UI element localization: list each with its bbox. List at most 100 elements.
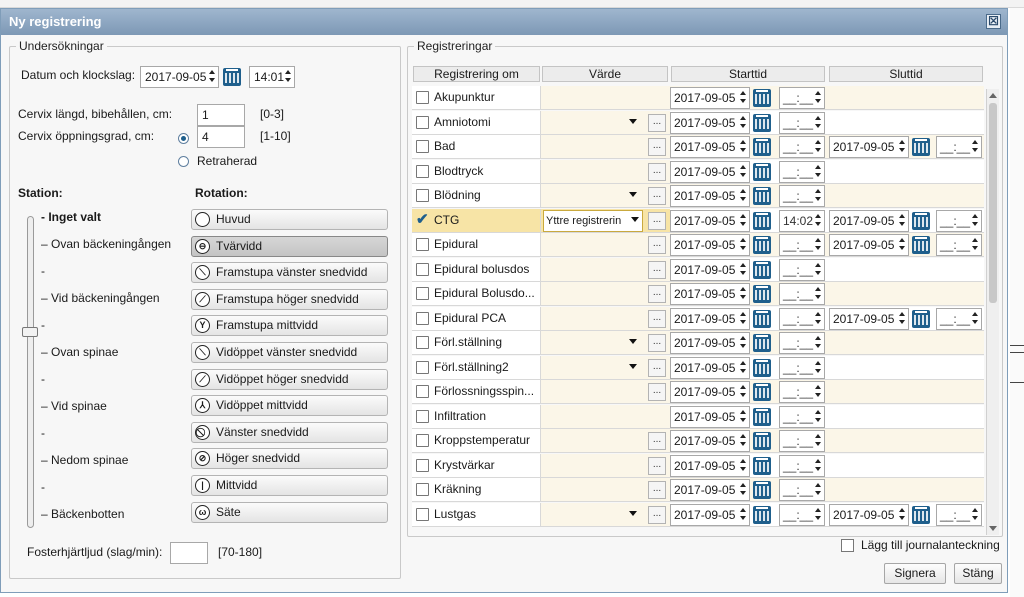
spinner-icon[interactable] bbox=[740, 115, 747, 130]
name-cell[interactable]: Akupunktur bbox=[412, 86, 541, 110]
row-checkbox[interactable] bbox=[416, 385, 429, 398]
ellipsis-button[interactable]: ... bbox=[648, 505, 666, 524]
column-header-name[interactable]: Registrering om bbox=[413, 66, 540, 82]
scroll-down-icon[interactable] bbox=[989, 526, 997, 531]
spinner-icon[interactable] bbox=[740, 507, 747, 522]
value-cell[interactable]: Yttre registrerin... bbox=[541, 208, 670, 233]
spinner-icon[interactable] bbox=[740, 311, 747, 326]
spinner-icon[interactable] bbox=[815, 434, 822, 448]
station-option[interactable]: - Inget valt bbox=[41, 210, 101, 224]
calendar-icon[interactable] bbox=[753, 481, 771, 499]
spinner-icon[interactable] bbox=[815, 164, 822, 179]
rotation-button[interactable]: ω Säte bbox=[191, 501, 388, 523]
calendar-icon[interactable] bbox=[912, 211, 930, 230]
value-cell[interactable]: ... bbox=[541, 306, 670, 331]
end-time-input[interactable]: __:__ bbox=[936, 136, 982, 158]
rotation-button[interactable]: ⟍ Framstupa vänster snedvidd bbox=[191, 262, 388, 284]
spinner-icon[interactable] bbox=[740, 287, 747, 301]
value-cell[interactable]: ... bbox=[541, 453, 670, 478]
calendar-icon[interactable] bbox=[753, 89, 771, 107]
spinner-icon[interactable] bbox=[899, 140, 906, 154]
spinner-icon[interactable] bbox=[740, 434, 747, 448]
row-checkbox[interactable] bbox=[416, 238, 429, 251]
station-option[interactable]: – Vid spinae bbox=[41, 399, 107, 413]
start-date-input[interactable]: 2017-09-05 bbox=[670, 111, 750, 134]
spinner-icon[interactable] bbox=[972, 238, 979, 252]
end-date-input[interactable]: 2017-09-05 bbox=[829, 209, 909, 232]
value-cell[interactable]: ... bbox=[541, 233, 670, 257]
start-time-input[interactable]: __:__ bbox=[779, 307, 825, 330]
spinner-icon[interactable] bbox=[209, 70, 216, 84]
spinner-icon[interactable] bbox=[815, 213, 822, 228]
station-option[interactable]: - bbox=[41, 480, 45, 494]
station-option[interactable]: – Bäckenbotten bbox=[41, 507, 124, 521]
spinner-icon[interactable] bbox=[740, 483, 747, 497]
spinner-icon[interactable] bbox=[285, 70, 292, 84]
start-time-input[interactable]: __:__ bbox=[779, 356, 825, 379]
end-time-input[interactable]: __:__ bbox=[936, 503, 982, 526]
row-checkbox[interactable] bbox=[416, 360, 429, 374]
spinner-icon[interactable] bbox=[815, 360, 822, 375]
start-time-input[interactable]: __:__ bbox=[779, 136, 825, 158]
calendar-icon[interactable] bbox=[753, 187, 771, 205]
calendar-icon[interactable] bbox=[753, 358, 771, 377]
close-button[interactable]: Stäng bbox=[954, 563, 1002, 584]
spinner-icon[interactable] bbox=[972, 311, 979, 326]
station-option[interactable]: - bbox=[41, 318, 45, 332]
close-icon[interactable]: ☒ bbox=[986, 14, 1001, 29]
spinner-icon[interactable] bbox=[899, 213, 906, 228]
grid-scrollbar[interactable] bbox=[986, 89, 999, 535]
end-time-input[interactable]: __:__ bbox=[936, 234, 982, 256]
start-date-input[interactable]: 2017-09-05 bbox=[670, 160, 750, 183]
spinner-icon[interactable] bbox=[815, 189, 822, 203]
calendar-icon[interactable] bbox=[753, 309, 771, 328]
ellipsis-button[interactable]: ... bbox=[648, 383, 666, 401]
start-date-input[interactable]: 2017-09-05 bbox=[670, 405, 750, 428]
value-cell[interactable]: ... bbox=[541, 282, 670, 306]
ellipsis-button[interactable]: ... bbox=[648, 162, 666, 181]
name-cell[interactable]: Blodtryck bbox=[412, 159, 541, 184]
start-date-input[interactable]: 2017-09-05 bbox=[670, 356, 750, 379]
spinner-icon[interactable] bbox=[972, 140, 979, 154]
chevron-down-icon[interactable] bbox=[629, 510, 637, 516]
spinner-icon[interactable] bbox=[815, 483, 822, 497]
start-date-input[interactable]: 2017-09-05 bbox=[670, 185, 750, 207]
row-checkbox[interactable] bbox=[416, 262, 429, 276]
spinner-icon[interactable] bbox=[815, 262, 822, 277]
spinner-icon[interactable] bbox=[740, 336, 747, 350]
start-time-input[interactable]: __:__ bbox=[779, 503, 825, 526]
value-cell[interactable]: ... bbox=[541, 184, 670, 208]
station-option[interactable]: - bbox=[41, 264, 45, 278]
row-checkbox[interactable] bbox=[416, 140, 429, 153]
spinner-icon[interactable] bbox=[740, 140, 747, 154]
start-time-input[interactable]: __:__ bbox=[779, 185, 825, 207]
row-checkbox[interactable] bbox=[416, 434, 429, 447]
start-time-input[interactable]: __:__ bbox=[779, 454, 825, 477]
calendar-icon[interactable] bbox=[912, 309, 930, 328]
ellipsis-button[interactable]: ... bbox=[648, 211, 666, 230]
start-date-input[interactable]: 2017-09-05 bbox=[670, 454, 750, 477]
value-cell[interactable]: ... bbox=[541, 478, 670, 502]
row-checkbox[interactable] bbox=[416, 483, 429, 496]
calendar-icon[interactable] bbox=[912, 505, 930, 524]
station-option[interactable]: – Ovan spinae bbox=[41, 345, 118, 359]
value-cell[interactable]: ... bbox=[541, 257, 670, 282]
calendar-icon[interactable] bbox=[753, 407, 771, 426]
spinner-icon[interactable] bbox=[815, 140, 822, 154]
ellipsis-button[interactable]: ... bbox=[648, 432, 666, 450]
start-date-input[interactable]: 2017-09-05 bbox=[670, 283, 750, 305]
calendar-icon[interactable] bbox=[753, 456, 771, 475]
station-slider-thumb[interactable] bbox=[22, 327, 38, 337]
value-cell[interactable] bbox=[541, 404, 670, 429]
name-cell[interactable]: Bad bbox=[412, 135, 541, 159]
ellipsis-button[interactable]: ... bbox=[648, 236, 666, 254]
date-input[interactable]: 2017-09-05 bbox=[140, 66, 219, 88]
journal-checkbox[interactable] bbox=[841, 539, 854, 552]
value-cell[interactable]: ... bbox=[541, 331, 670, 355]
ellipsis-button[interactable]: ... bbox=[648, 285, 666, 303]
spinner-icon[interactable] bbox=[740, 385, 747, 399]
start-time-input[interactable]: __:__ bbox=[779, 332, 825, 354]
chevron-down-icon[interactable] bbox=[631, 216, 639, 222]
spinner-icon[interactable] bbox=[815, 238, 822, 252]
row-checkbox[interactable] bbox=[416, 91, 429, 104]
